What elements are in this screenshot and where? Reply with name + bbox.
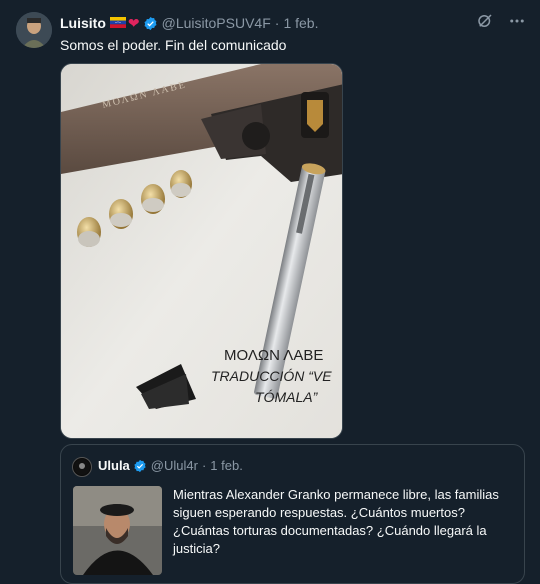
- venezuela-flag-icon: [109, 15, 126, 31]
- author-handle[interactable]: @LuisitoPSUV4F: [162, 15, 271, 31]
- quote-header: Ulula @Ulul4r · 1 feb.: [98, 458, 243, 473]
- separator: ·: [201, 458, 207, 473]
- quote-author-name: Ulula: [98, 458, 130, 473]
- more-icon[interactable]: [508, 12, 526, 30]
- grok-icon[interactable]: [476, 12, 494, 30]
- tweet-date[interactable]: 1 feb.: [283, 15, 318, 31]
- quote-text: Mientras Alexander Granko permanece libr…: [173, 487, 499, 556]
- author-name[interactable]: Luisito: [60, 15, 106, 31]
- author-avatar[interactable]: [16, 12, 52, 48]
- tweet-top-actions: [476, 12, 526, 30]
- quote-date: 1 feb.: [210, 458, 243, 473]
- image-caption-line3: TÓMALA”: [255, 389, 319, 405]
- tweet-text: Somos el poder. Fin del comunicado: [60, 37, 287, 53]
- heart-icon: ❤: [127, 15, 140, 31]
- verified-badge-icon: [133, 459, 147, 473]
- image-caption-line1: ΜΟΛΩΝ ΛΑΒΕ: [224, 347, 323, 364]
- separator: ·: [274, 15, 280, 31]
- tweet[interactable]: Luisito ❤ @LuisitoPSUV4F · 1 feb. Somos …: [0, 0, 540, 584]
- tweet-header: Luisito ❤ @LuisitoPSUV4F · 1 feb.: [60, 13, 318, 33]
- quote-author-handle: @Ulul4r: [150, 458, 198, 473]
- image-caption-line2: TRADUCCIÓN “VE: [211, 368, 332, 384]
- quoted-tweet[interactable]: Ulula @Ulul4r · 1 feb. Mientras Alexande…: [60, 444, 525, 584]
- quote-author-avatar: [72, 457, 92, 477]
- quote-thumbnail: [73, 486, 162, 575]
- verified-badge-icon: [143, 16, 158, 31]
- tweet-image[interactable]: ΜΟΛΩΝ ΛΑΒΕ ΜΟΛΩΝ ΛΑΒΕ TRADUCCIÓN “VE TÓM…: [60, 63, 343, 439]
